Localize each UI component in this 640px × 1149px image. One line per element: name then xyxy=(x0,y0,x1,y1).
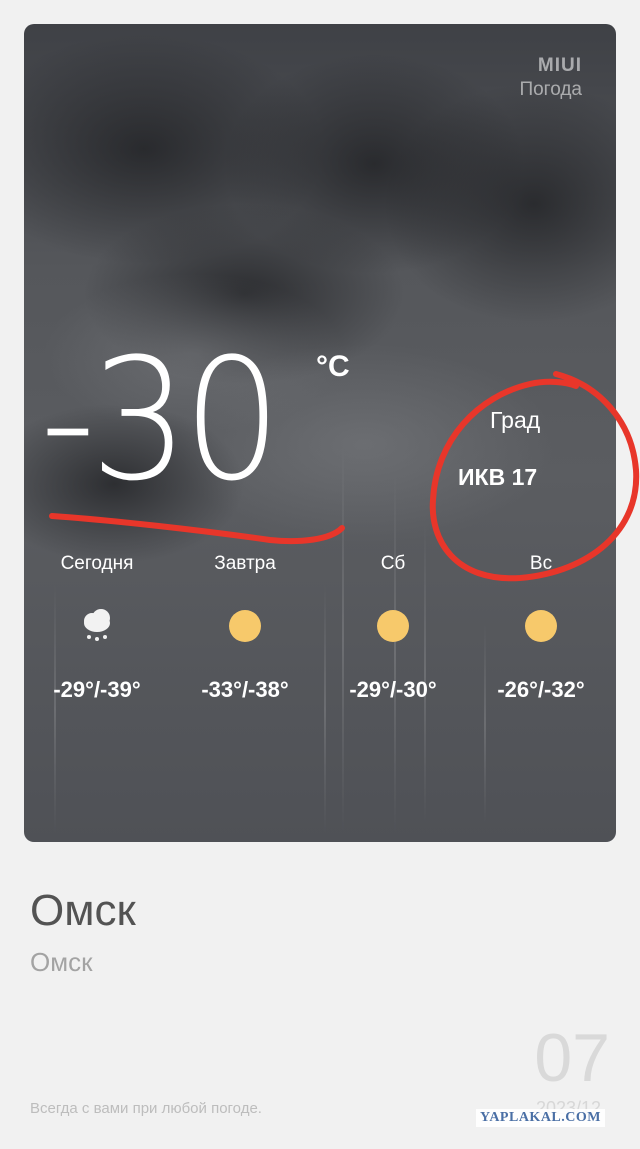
snow-cloud-icon xyxy=(77,606,117,646)
forecast-day-today[interactable]: Сегодня -29°/-39° xyxy=(23,552,171,704)
forecast-day-tomorrow[interactable]: Завтра -33°/-38° xyxy=(171,552,319,704)
forecast-temp-range: -33°/-38° xyxy=(201,677,289,702)
site-watermark: YAPLAKAL.COM xyxy=(476,1109,605,1127)
forecast-day-label: Сегодня xyxy=(60,553,134,574)
forecast-day-sunday[interactable]: Вс -26°/-32° xyxy=(467,552,615,704)
forecast-temp-range: -26°/-32° xyxy=(497,677,585,702)
current-temperature: -30 xyxy=(40,322,281,518)
miui-logo: MIUI xyxy=(537,55,582,76)
city-name: Омск xyxy=(30,886,136,935)
air-quality-index[interactable]: ИКВ 17 xyxy=(458,464,537,491)
forecast-day-label: Завтра xyxy=(214,553,276,574)
forecast-day-label: Сб xyxy=(380,553,406,574)
day-number: 07 xyxy=(534,1020,610,1096)
forecast-temp-range: -29°/-39° xyxy=(53,677,141,702)
temperature-unit: °C xyxy=(316,350,350,383)
region-name: Омск xyxy=(30,947,93,977)
sun-icon xyxy=(521,606,561,646)
forecast-day-label: Вс xyxy=(529,553,553,574)
tagline: Всегда с вами при любой погоде. xyxy=(30,1100,262,1117)
weather-screen: MIUI Погода -30 °C Град ИКВ 17 Сегодня -… xyxy=(0,0,640,1149)
sun-icon xyxy=(373,606,413,646)
forecast-day-saturday[interactable]: Сб -29°/-30° xyxy=(319,552,467,704)
sun-icon xyxy=(225,606,265,646)
app-brand: MIUI Погода xyxy=(519,54,582,102)
forecast-temp-range: -29°/-30° xyxy=(349,677,437,702)
app-name: Погода xyxy=(519,79,582,100)
weather-condition: Град xyxy=(490,407,541,433)
